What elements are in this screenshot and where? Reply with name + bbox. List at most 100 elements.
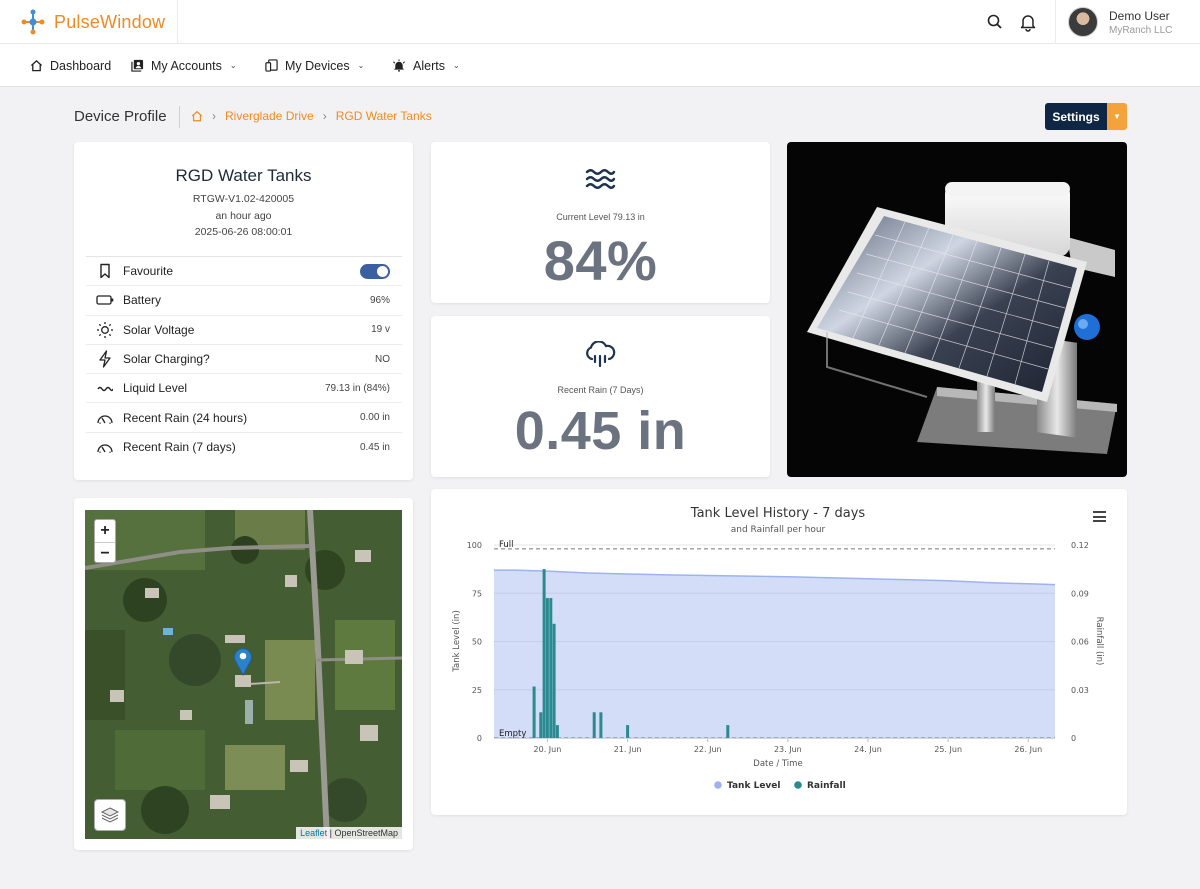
user-menu[interactable]: Demo User MyRanch LLC (1055, 0, 1200, 44)
chart-menu-icon[interactable] (1093, 511, 1106, 525)
map-marker-icon[interactable] (233, 646, 253, 676)
property-value: 0.45 in (359, 441, 390, 453)
user-org: MyRanch LLC (1109, 24, 1173, 36)
pulse-logo-icon (21, 9, 45, 35)
property-solar-charging: Solar Charging? NO (86, 345, 402, 375)
x-axis-title: Date / Time (753, 759, 802, 769)
y-axis-title: Tank Level (in) (452, 610, 462, 673)
title-divider (179, 106, 180, 128)
solar-sensor-image (807, 182, 1117, 454)
avatar (1068, 7, 1098, 37)
nav-dashboard-label: Dashboard (50, 58, 112, 73)
rainfall-bar (542, 569, 546, 738)
water-waves-icon (585, 169, 616, 189)
current-level-card: Current Level 79.13 in 84% (431, 142, 770, 303)
recent-rain-value: 0.45 in (514, 401, 687, 461)
tank-level-area (494, 570, 1055, 738)
attribution-leaflet-link[interactable]: Leaflet (300, 828, 327, 838)
nav-my-devices[interactable]: My Devices ⌄ (265, 44, 364, 87)
chart-subtitle: and Rainfall per hour (731, 525, 826, 535)
layers-button[interactable] (94, 799, 126, 831)
property-value: 19 v (371, 324, 390, 336)
property-label: Solar Voltage (123, 322, 195, 337)
x-tick-label: 26. Jun (1014, 745, 1042, 754)
x-tick-label: 21. Jun (614, 745, 642, 754)
chevron-down-icon: ⌄ (229, 61, 237, 70)
top-bar: PulseWindow Demo User MyRanch LLC (0, 0, 1200, 44)
y2-axis-title: Rainfall (in) (1094, 617, 1104, 666)
rain-cloud-icon (586, 341, 616, 368)
sun-icon (97, 321, 113, 338)
property-value: 0.00 in (359, 412, 390, 424)
x-tick-label: 25. Jun (934, 745, 962, 754)
property-recent-rain-24h: Recent Rain (24 hours) 0.00 in (86, 403, 402, 433)
property-label: Favourite (123, 264, 174, 279)
rainfall-bar (545, 598, 549, 738)
property-label: Solar Charging? (123, 352, 210, 367)
home-icon (30, 59, 43, 72)
x-tick-label: 24. Jun (854, 745, 882, 754)
x-tick-label: 23. Jun (774, 745, 802, 754)
rainfall-bar (626, 725, 630, 738)
property-battery: Battery 96% (86, 286, 402, 316)
plot-line-label: Empty (499, 729, 526, 739)
bell-icon[interactable] (1018, 12, 1038, 32)
device-name: RGD Water Tanks (175, 166, 312, 185)
device-timestamp: 2025-06-26 08:00:01 (194, 226, 293, 238)
rain-gauge-icon (97, 444, 113, 454)
map-attribution: Leaflet | OpenStreetMap (296, 827, 402, 839)
x-tick-label: 20. Jun (534, 745, 562, 754)
breadcrumb-device[interactable]: RGD Water Tanks (336, 109, 432, 123)
property-value: 79.13 in (84%) (324, 382, 390, 394)
lightning-icon (99, 350, 111, 368)
y2-tick-label: 0.12 (1071, 541, 1089, 550)
y-tick-label: 75 (472, 589, 482, 598)
favourite-toggle[interactable] (360, 263, 390, 279)
wave-icon (97, 387, 113, 392)
rainfall-bar (552, 623, 556, 738)
rainfall-bar (532, 686, 536, 738)
brand[interactable]: PulseWindow (0, 0, 178, 44)
chart-title: Tank Level History - 7 days (690, 506, 866, 521)
user-name: Demo User (1109, 8, 1170, 23)
property-label: Battery (123, 293, 162, 308)
property-liquid-level: Liquid Level 79.13 in (84%) (86, 374, 402, 404)
nav-my-accounts-label: My Accounts (151, 58, 222, 73)
alarm-icon (393, 59, 405, 72)
chevron-right-icon: › (212, 109, 216, 123)
property-value: 96% (369, 294, 390, 306)
nav-alerts[interactable]: Alerts ⌄ (392, 44, 460, 87)
home-icon[interactable] (191, 110, 203, 122)
recent-rain-label: Recent Rain (7 Days) (557, 385, 644, 395)
accounts-icon (131, 59, 144, 72)
bookmark-icon (100, 263, 110, 279)
nav-my-accounts[interactable]: My Accounts ⌄ (131, 44, 237, 87)
rain-gauge-icon (97, 414, 113, 424)
legend-label: Rainfall (807, 781, 846, 791)
plot-line-label: Full (499, 540, 514, 550)
rainfall-bar (726, 725, 730, 738)
layers-icon (100, 807, 120, 823)
breadcrumb: › Riverglade Drive › RGD Water Tanks (191, 109, 432, 123)
property-label: Recent Rain (24 hours) (123, 410, 248, 425)
attribution-osm: | OpenStreetMap (329, 828, 398, 838)
y-tick-label: 50 (472, 638, 482, 647)
settings-button[interactable]: Settings (1045, 103, 1107, 130)
tank-level-history-chart: Tank Level History - 7 days and Rainfall… (452, 506, 1104, 791)
y-tick-label: 100 (467, 541, 482, 550)
breadcrumb-location[interactable]: Riverglade Drive (225, 109, 314, 123)
nav-dashboard[interactable]: Dashboard (30, 44, 111, 87)
y2-tick-label: 0.03 (1071, 686, 1089, 695)
recent-rain-card: Recent Rain (7 Days) 0.45 in (431, 316, 770, 477)
settings-button-group: Settings ▼ (1045, 103, 1127, 130)
brand-name: PulseWindow (54, 11, 166, 32)
satellite-map[interactable]: + − Leaflet | OpenStreetMap (85, 510, 402, 839)
zoom-out-button[interactable]: − (95, 542, 115, 564)
settings-dropdown-caret-icon[interactable]: ▼ (1107, 103, 1127, 130)
search-icon[interactable] (985, 12, 1005, 32)
device-property-list: Favourite Battery 96% Solar Voltage 19 v… (86, 256, 402, 462)
rainfall-bar (539, 712, 543, 738)
rainfall-bar (549, 598, 553, 738)
property-label: Recent Rain (7 days) (123, 440, 236, 455)
zoom-in-button[interactable]: + (95, 520, 115, 542)
